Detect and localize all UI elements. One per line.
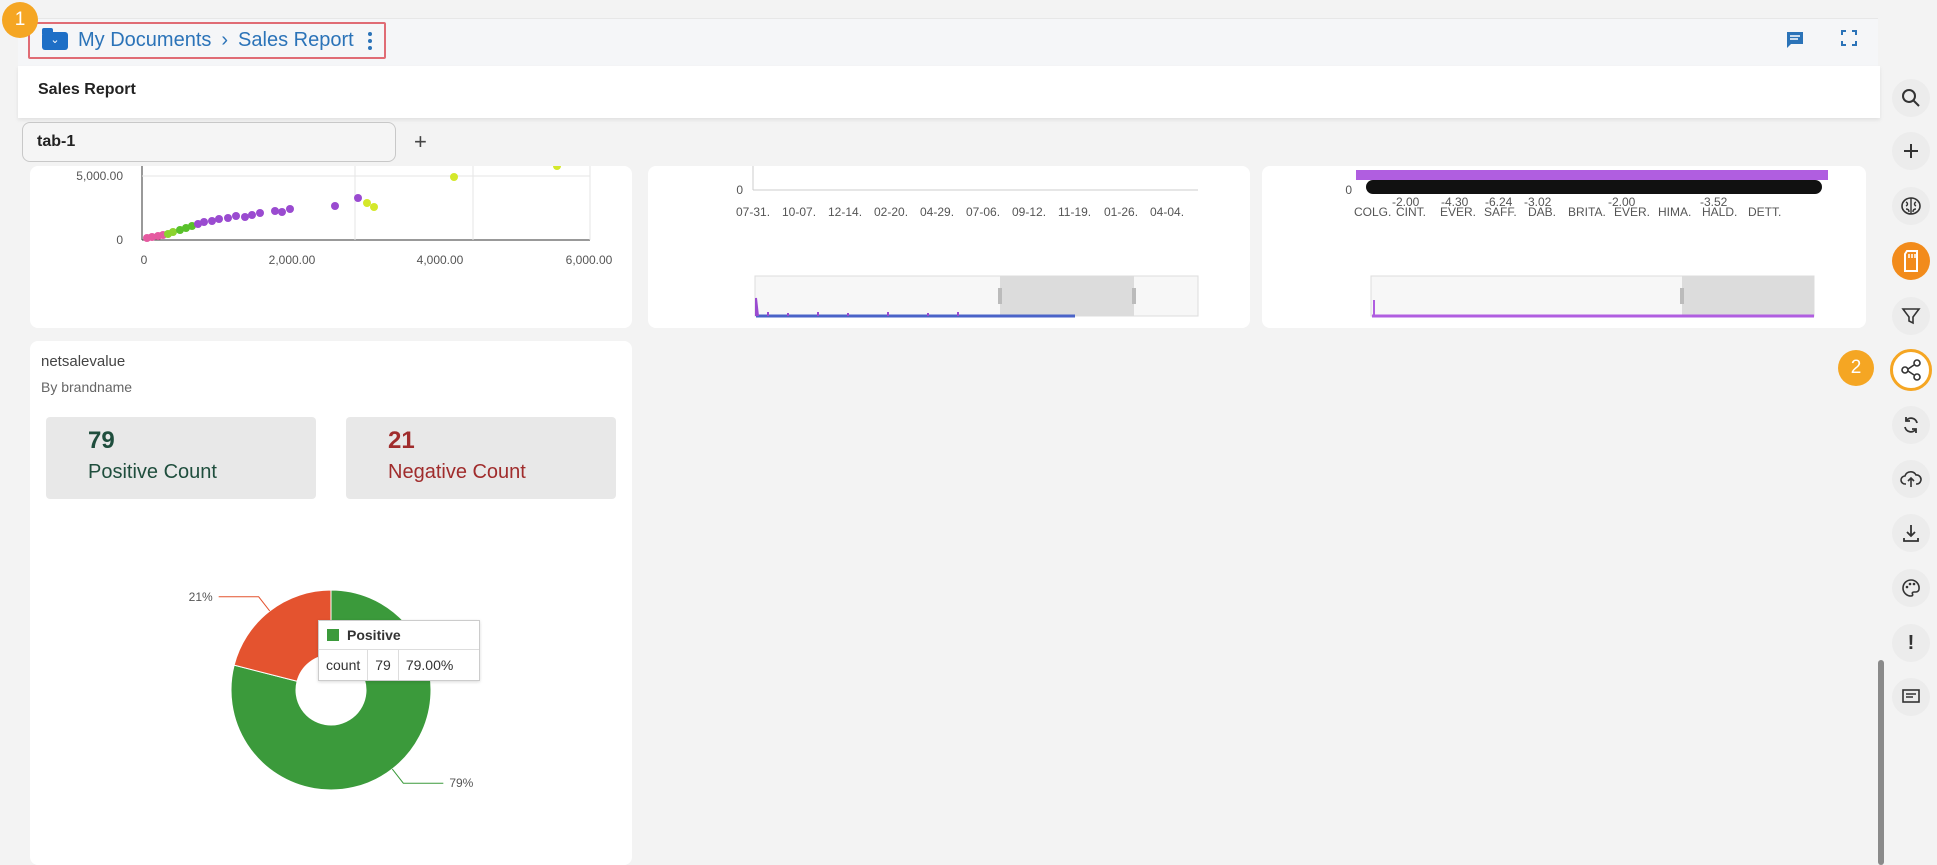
tooltip-value: 79 <box>368 650 399 680</box>
timeline-chart: 0 07-31. 10-07. 12-14. 02-20. 04-29. 07-… <box>736 166 1199 318</box>
donut-slice-negative[interactable] <box>233 589 332 682</box>
breadcrumb-current[interactable]: Sales Report <box>238 29 354 52</box>
tooltip-metric: count <box>319 650 369 680</box>
leader-line <box>391 768 444 784</box>
message-icon[interactable] <box>1892 678 1930 716</box>
legend-swatch <box>327 629 339 641</box>
x-tick-label: HALD. <box>1702 205 1737 219</box>
report-header: Sales Report <box>18 66 1880 118</box>
add-tab-button[interactable]: + <box>414 129 427 155</box>
scatter-points <box>143 166 561 242</box>
x-tick-label: COLG. <box>1354 205 1391 219</box>
more-options-icon[interactable] <box>367 31 372 50</box>
kpi-widget-card: netsalevalue By brandname 79 Positive Co… <box>30 341 632 865</box>
zoom-handle-left[interactable] <box>1680 288 1684 304</box>
widget-title: netsalevalue <box>41 353 126 370</box>
filter-icon[interactable] <box>1892 297 1930 335</box>
refresh-icon[interactable] <box>1892 406 1930 444</box>
chevron-right-icon: › <box>221 29 229 51</box>
x-tick-label: 10-07. <box>782 205 816 219</box>
scatter-chart: 5,000.00 0 0 2,000.00 4,000.00 6,000.00 <box>76 166 613 267</box>
zoom-slider-window[interactable] <box>1000 276 1134 316</box>
x-tick-label: 4,000.00 <box>417 253 464 267</box>
comment-icon[interactable] <box>1785 30 1805 50</box>
folder-icon[interactable]: ⌄ <box>42 27 68 50</box>
y-tick-label: 0 <box>1345 183 1352 197</box>
sd-card-icon[interactable] <box>1892 242 1930 280</box>
x-tick-label: SAFF. <box>1484 205 1517 219</box>
x-tick-label: 12-14. <box>828 205 862 219</box>
zoom-handle-left[interactable] <box>998 288 1002 304</box>
scatter-chart-card: 5,000.00 0 0 2,000.00 4,000.00 6,000.00 <box>30 166 632 328</box>
tooltip-series: Positive <box>347 627 401 643</box>
share-icon[interactable] <box>1890 349 1932 391</box>
x-tick-label: DAB. <box>1528 205 1556 219</box>
x-tick-label: 07-06. <box>966 205 1000 219</box>
x-tick-label: 04-04. <box>1150 205 1184 219</box>
x-tick-label: BRITA. <box>1568 205 1606 219</box>
timeline-chart-card: 0 07-31. 10-07. 12-14. 02-20. 04-29. 07-… <box>648 166 1250 328</box>
tooltip-percent: 79.00% <box>405 657 454 673</box>
search-icon[interactable] <box>1892 79 1930 117</box>
download-icon[interactable] <box>1892 514 1930 552</box>
x-tick-label: 11-19. <box>1058 205 1091 219</box>
top-actions <box>1785 30 1857 50</box>
tab-1[interactable]: tab-1 <box>22 122 396 162</box>
x-tick-label: 07-31. <box>736 205 770 219</box>
slice-percent-label: 21% <box>189 590 213 604</box>
x-tick-label: 04-29. <box>920 205 954 219</box>
brand-chart-card: 0 -2.00 -4.30 -6.24 -3.02 -2.00 -3.52 CO… <box>1262 166 1866 328</box>
x-tick-label: EVER. <box>1614 205 1650 219</box>
chart-tooltip: Positive count 79 79.00% <box>318 620 480 681</box>
breadcrumb-root[interactable]: My Documents <box>78 29 211 52</box>
x-tick-label: EVER. <box>1440 205 1476 219</box>
tab-bar: tab-1 + <box>22 121 427 163</box>
x-tick-label: 02-20. <box>874 205 908 219</box>
x-tick-label: 0 <box>141 253 148 267</box>
page-title: Sales Report <box>38 81 136 98</box>
zoom-slider-window[interactable] <box>1682 276 1814 316</box>
x-tick-label: 09-12. <box>1012 205 1046 219</box>
y-tick-label: 0 <box>116 233 123 247</box>
x-tick-label: DETT. <box>1748 205 1781 219</box>
info-icon[interactable]: ! <box>1892 624 1930 662</box>
widget-subtitle: By brandname <box>41 379 133 395</box>
breadcrumb: ⌄ My Documents › Sales Report <box>28 22 386 59</box>
cloud-upload-icon[interactable] <box>1892 460 1930 498</box>
zoom-handle-right[interactable] <box>1132 288 1136 304</box>
x-tick-label: 6,000.00 <box>566 253 613 267</box>
step-badge-2: 2 <box>1838 350 1874 386</box>
slice-percent-label: 79% <box>449 776 473 790</box>
x-tick-label: HIMA. <box>1658 205 1691 219</box>
brain-icon[interactable] <box>1892 187 1930 225</box>
y-tick-label: 0 <box>736 183 743 197</box>
scrollbar[interactable] <box>1878 660 1884 865</box>
step-badge-1: 1 <box>2 2 38 38</box>
brand-chart: 0 -2.00 -4.30 -6.24 -3.02 -2.00 -3.52 CO… <box>1345 170 1828 318</box>
leader-line <box>218 596 271 612</box>
x-tick-label: 2,000.00 <box>269 253 316 267</box>
plus-icon[interactable] <box>1892 132 1930 170</box>
fullscreen-icon[interactable] <box>1841 30 1857 46</box>
x-tick-label: 01-26. <box>1104 205 1138 219</box>
palette-icon[interactable] <box>1892 569 1930 607</box>
y-tick-label: 5,000.00 <box>76 169 123 183</box>
x-tick-label: CINT. <box>1396 205 1426 219</box>
